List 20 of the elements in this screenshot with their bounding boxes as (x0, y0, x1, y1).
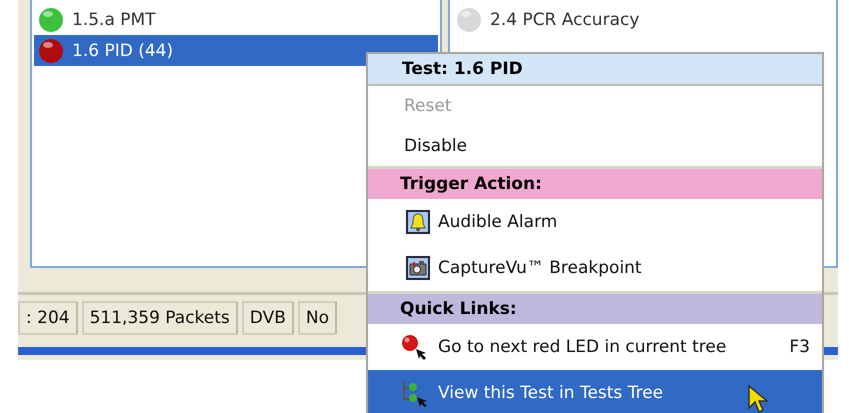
menu-section-header: Trigger Action: (368, 166, 822, 199)
led-icon (456, 6, 482, 32)
menu-section-header: Quick Links: (368, 291, 822, 324)
led-icon (38, 6, 64, 32)
status-cell: DVB (242, 301, 294, 335)
menu-item[interactable]: CaptureVu™ Breakpoint (368, 245, 822, 291)
led-icon (38, 38, 64, 64)
status-cell: No (298, 301, 337, 335)
camera-icon (406, 256, 430, 280)
menu-item[interactable]: Audible Alarm (368, 199, 822, 245)
status-cell: : 204 (18, 301, 78, 335)
tree-item[interactable]: 1.5.a PMT (34, 4, 438, 35)
tree-arrow-icon (400, 379, 430, 407)
menu-item[interactable]: View this Test in Tests Tree (368, 370, 822, 413)
menu-item[interactable]: Go to next red LED in current tree F3 (368, 324, 822, 370)
bell-icon (406, 210, 430, 234)
menu-item[interactable]: Disable (368, 126, 822, 166)
status-cell: 511,359 Packets (82, 301, 238, 335)
tree-item[interactable]: 2.4 PCR Accuracy (452, 4, 834, 35)
menu-title: Test: 1.6 PID (368, 54, 822, 86)
